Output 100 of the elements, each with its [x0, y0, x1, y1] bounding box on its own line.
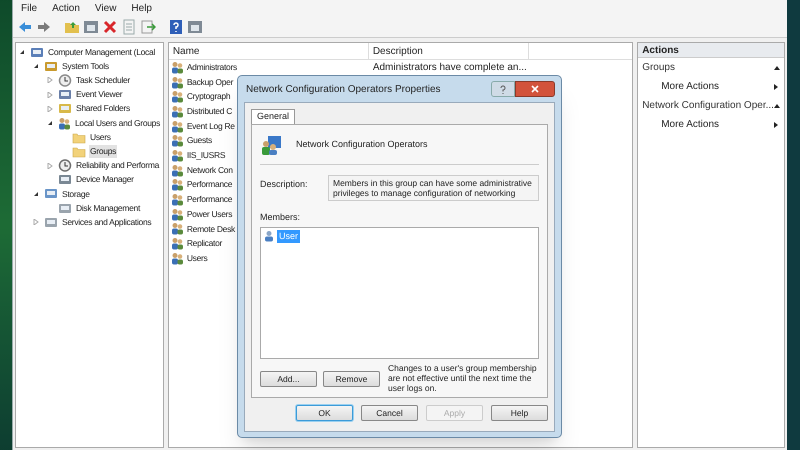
group-icon — [170, 164, 184, 177]
actions-section-title[interactable]: Network Configuration Oper... — [642, 98, 774, 113]
tree-item[interactable]: Services and Applications — [61, 216, 152, 229]
submenu-arrow-icon[interactable] — [774, 84, 778, 90]
expanded-arrow-icon[interactable] — [33, 190, 39, 197]
remove-button[interactable]: Remove — [323, 371, 380, 387]
export-icon[interactable] — [140, 18, 156, 34]
console-tree-icon[interactable] — [83, 18, 99, 34]
users-icon — [58, 116, 71, 130]
group-name[interactable]: Guests — [186, 134, 212, 148]
group-name[interactable]: IIS_IUSRS — [186, 149, 226, 162]
tree-item[interactable]: Event Viewer — [75, 88, 124, 102]
group-name[interactable]: Cryptograph — [186, 90, 230, 104]
dialog-button[interactable]: OK — [296, 405, 353, 421]
tab[interactable]: General — [251, 109, 296, 124]
tree-item[interactable]: System Tools — [61, 60, 110, 73]
expanded-arrow-icon[interactable] — [33, 63, 39, 70]
menu-item[interactable]: Action — [52, 0, 80, 16]
collapsed-arrow-icon[interactable] — [47, 92, 53, 98]
tree-item[interactable]: Reliability and Performa — [75, 159, 160, 172]
close-icon — [531, 85, 539, 93]
expanded-arrow-icon[interactable] — [47, 120, 53, 126]
group-icon — [170, 178, 184, 192]
tree-item[interactable]: Computer Management (Local — [47, 46, 156, 58]
group-icon — [170, 252, 184, 265]
group-name[interactable]: Distributed C — [186, 105, 232, 118]
menu-item[interactable]: Help — [131, 0, 152, 16]
group-name[interactable]: Administrators — [186, 60, 237, 74]
dialog-button[interactable]: Cancel — [361, 405, 418, 421]
clock-icon — [58, 74, 72, 87]
group-icon — [170, 104, 184, 118]
group-name[interactable]: Performance — [186, 178, 232, 192]
group-name[interactable]: Replicator — [186, 237, 222, 250]
action-pane-icon[interactable] — [187, 18, 203, 34]
group-name: Network Configuration Operators — [296, 138, 428, 151]
close-button[interactable] — [515, 81, 555, 97]
collapsed-arrow-icon[interactable] — [47, 77, 53, 84]
collapsed-arrow-icon[interactable] — [33, 219, 39, 226]
tree-item[interactable]: Task Scheduler — [75, 74, 131, 87]
tree-item[interactable]: Storage — [61, 188, 91, 200]
collapsed-arrow-icon[interactable] — [47, 162, 53, 169]
group-icon — [260, 134, 282, 156]
action-link[interactable]: More Actions — [661, 117, 720, 132]
viewer-icon — [58, 88, 72, 102]
expanded-arrow-icon[interactable] — [19, 49, 25, 56]
folder-icon — [72, 144, 86, 158]
computer-icon — [30, 46, 44, 59]
group-icon — [170, 193, 184, 206]
collapse-arrow-icon[interactable] — [774, 104, 780, 108]
actions-section-title[interactable]: Groups — [642, 60, 675, 75]
tree-item[interactable]: Device Manager — [75, 173, 135, 186]
group-name[interactable]: Backup Oper — [186, 76, 234, 88]
user-icon — [263, 230, 275, 242]
group-icon — [170, 120, 184, 133]
add-button[interactable]: Add... — [260, 371, 317, 387]
menu-item[interactable]: View — [94, 0, 116, 16]
dialog-title: Network Configuration Operators Properties — [246, 82, 441, 96]
group-icon — [170, 148, 184, 162]
tools-icon — [44, 60, 58, 73]
storage-icon — [44, 187, 58, 200]
tree-item[interactable]: Groups — [89, 145, 118, 158]
group-name[interactable]: Remote Desk — [186, 222, 236, 236]
group-icon — [170, 90, 184, 104]
description-field[interactable]: Members in this group can have some administrative privileges to manage configuration of networking — [328, 175, 539, 201]
group-name[interactable]: Power Users — [186, 208, 232, 221]
group-icon — [170, 76, 184, 89]
actions-header: Actions — [638, 43, 784, 58]
group-icon — [170, 208, 184, 221]
shared-folder-icon — [58, 102, 72, 116]
help-icon[interactable] — [168, 18, 184, 34]
group-icon — [170, 60, 184, 74]
help-button[interactable] — [491, 81, 515, 97]
collapsed-arrow-icon[interactable] — [47, 106, 53, 112]
group-icon — [170, 134, 184, 148]
group-icon — [170, 237, 184, 250]
folder-icon — [72, 130, 86, 144]
tree-item[interactable]: Disk Management — [75, 202, 142, 215]
group-name[interactable]: Network Con — [186, 164, 233, 177]
membership-note: Changes to a user's group membership are not effective until the next time the user logs on. — [388, 363, 538, 393]
tree-item[interactable]: Shared Folders — [75, 102, 131, 116]
services-icon — [44, 216, 58, 229]
group-name[interactable]: Performance — [186, 193, 232, 206]
delete-icon[interactable] — [102, 18, 118, 34]
tree-item[interactable]: Local Users and Groups — [74, 116, 162, 130]
action-link[interactable]: More Actions — [661, 79, 720, 94]
question-icon — [500, 84, 506, 94]
tree-item[interactable]: Users — [89, 130, 112, 144]
group-name[interactable]: Users — [186, 252, 208, 265]
menu-item[interactable]: File — [21, 0, 38, 16]
group-icon — [170, 222, 184, 236]
gauge-icon — [58, 159, 72, 172]
column-header[interactable]: Description — [368, 43, 529, 59]
group-description: Administrators have complete an... — [372, 60, 527, 75]
description-label: Description: — [260, 178, 309, 191]
column-header[interactable]: Name — [168, 43, 369, 59]
submenu-arrow-icon[interactable] — [774, 122, 778, 128]
collapse-arrow-icon[interactable] — [774, 66, 780, 70]
group-name[interactable]: Event Log Re — [186, 120, 235, 132]
dialog-button[interactable]: Help — [491, 405, 548, 421]
device-icon — [58, 173, 72, 186]
